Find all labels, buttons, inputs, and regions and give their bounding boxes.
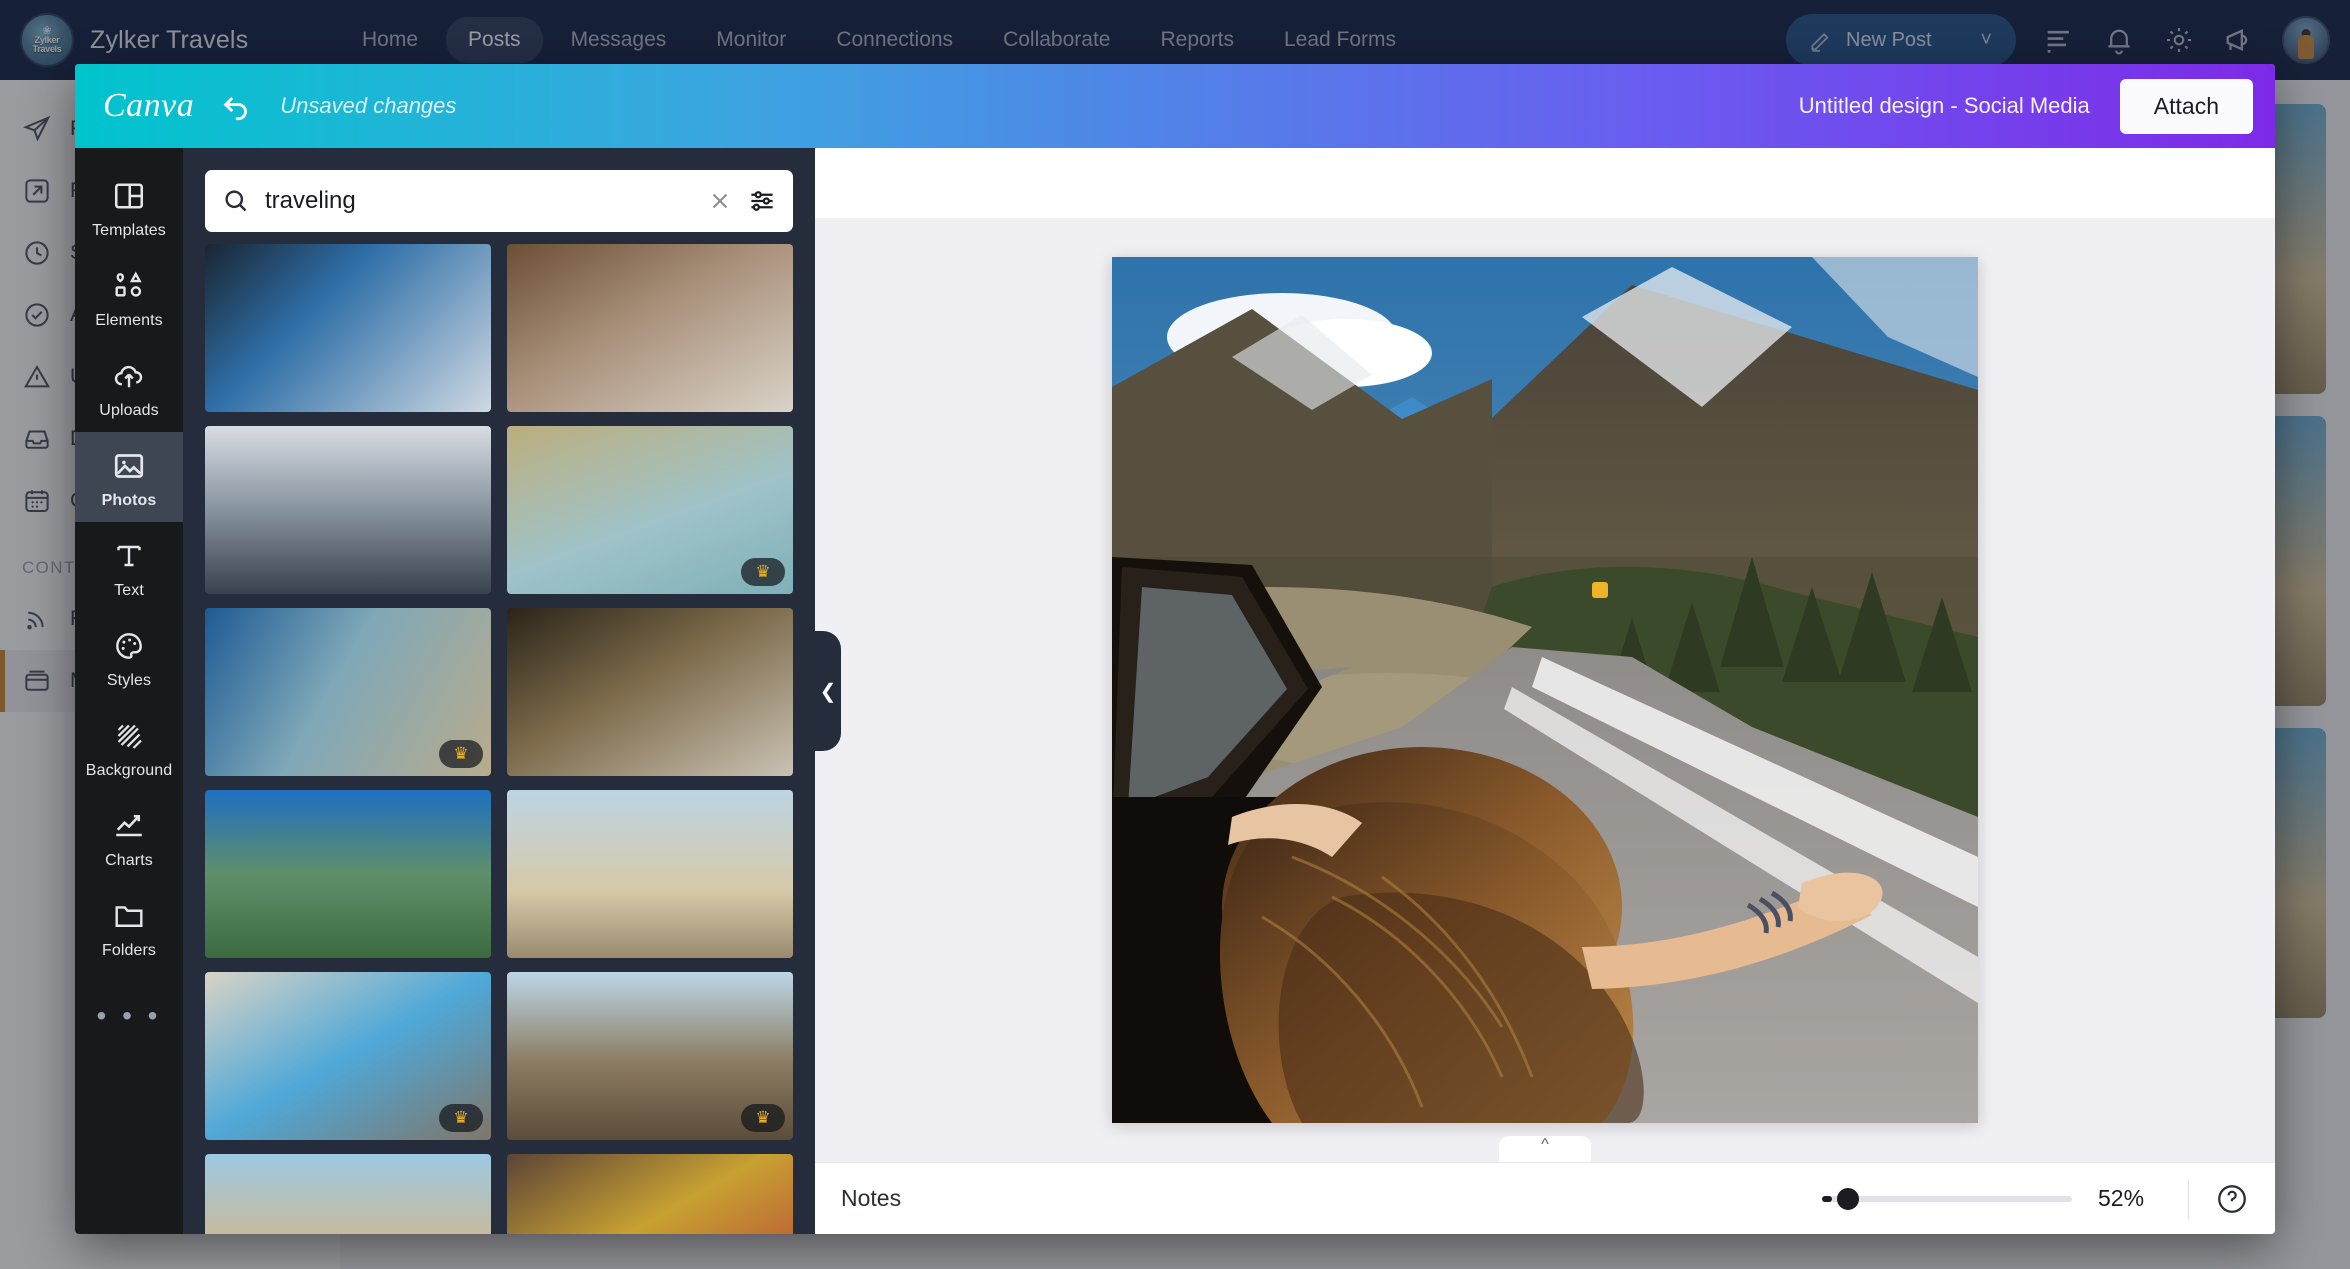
crown-premium-icon: ♛: [741, 1104, 785, 1132]
canva-photos-panel: ♛ ♛ ♛ ♛ ❮: [183, 148, 841, 1234]
photo-results-grid: ♛ ♛ ♛ ♛: [183, 244, 815, 1234]
design-canvas[interactable]: [1112, 257, 1978, 1123]
photo-thumbnail[interactable]: [507, 244, 793, 412]
canva-canvas-area: ^ Notes 52%: [815, 148, 2275, 1234]
zoom-slider-knob[interactable]: [1837, 1187, 1859, 1210]
canva-body: Templates Elements Uploads Photos Text S…: [75, 148, 2275, 1234]
canva-header-actions: Untitled design - Social Media Attach: [1799, 78, 2253, 134]
search-box[interactable]: [205, 170, 793, 232]
photo-thumbnail[interactable]: ♛: [205, 608, 491, 776]
canva-header: Canva Unsaved changes Untitled design - …: [75, 64, 2275, 148]
canva-logo[interactable]: Canva: [103, 87, 194, 125]
canvas-toolbar-strip: [815, 148, 2275, 218]
tool-label: Background: [85, 762, 173, 779]
tool-folders[interactable]: Folders: [75, 882, 183, 972]
tool-label: Photos: [101, 492, 157, 509]
photo-thumbnail[interactable]: ♛: [507, 972, 793, 1140]
photo-thumbnail[interactable]: [205, 790, 491, 958]
tool-styles[interactable]: Styles: [75, 612, 183, 702]
question-mark-circle-icon[interactable]: [2215, 1182, 2249, 1216]
tool-uploads[interactable]: Uploads: [75, 342, 183, 432]
photo-thumbnail[interactable]: [507, 790, 793, 958]
canva-tool-rail: Templates Elements Uploads Photos Text S…: [75, 148, 183, 1234]
chevron-up-icon: ^: [1541, 1136, 1549, 1153]
notes-bar: Notes 52%: [815, 1162, 2275, 1234]
tool-text[interactable]: Text: [75, 522, 183, 612]
photo-thumbnail[interactable]: [507, 1154, 793, 1234]
tool-templates[interactable]: Templates: [75, 162, 183, 252]
tool-label: Uploads: [99, 402, 159, 419]
canvas-photo: [1112, 257, 1978, 1123]
photo-thumbnail[interactable]: [205, 244, 491, 412]
photo-thumbnail[interactable]: ♛: [205, 972, 491, 1140]
zoom-controls: 52%: [1822, 1178, 2249, 1219]
folder-icon: [111, 898, 147, 934]
tool-photos[interactable]: Photos: [75, 432, 183, 522]
photo-thumbnail[interactable]: ♛: [507, 426, 793, 594]
panel-collapse-handle[interactable]: ❮: [815, 631, 841, 751]
tool-label: Text: [114, 582, 144, 599]
close-x-icon[interactable]: [707, 188, 733, 214]
tool-label: Elements: [95, 312, 163, 329]
text-t-icon: [111, 538, 147, 574]
line-chart-icon: [111, 808, 147, 844]
tool-label: Styles: [106, 672, 152, 689]
undo-arrow-icon[interactable]: [220, 89, 254, 123]
tool-background[interactable]: Background: [75, 702, 183, 792]
templates-icon: [111, 178, 147, 214]
photo-thumbnail[interactable]: [205, 1154, 491, 1234]
zoom-slider-track-fill: [1822, 1195, 1832, 1202]
tool-charts[interactable]: Charts: [75, 792, 183, 882]
cloud-upload-icon: [111, 358, 147, 394]
chevron-left-icon: ❮: [819, 680, 837, 703]
canvas-stage[interactable]: [815, 218, 2275, 1162]
crown-premium-icon: ♛: [741, 558, 785, 586]
tool-elements[interactable]: Elements: [75, 252, 183, 342]
tool-label: Templates: [92, 222, 166, 239]
crown-premium-icon: ♛: [439, 1104, 483, 1132]
photo-icon: [111, 448, 147, 484]
unsaved-changes-status: Unsaved changes: [280, 93, 457, 118]
palette-icon: [111, 628, 147, 664]
tool-label: Charts: [105, 852, 153, 869]
photo-thumbnail[interactable]: [507, 608, 793, 776]
elements-shapes-icon: [111, 268, 147, 304]
tool-label: Folders: [101, 942, 157, 959]
zoom-slider[interactable]: [1822, 1187, 2072, 1210]
search-wrap: [183, 148, 815, 244]
search-input[interactable]: [265, 187, 693, 215]
crown-premium-icon: ♛: [439, 740, 483, 768]
photo-thumbnail[interactable]: [205, 426, 491, 594]
notes-label[interactable]: Notes: [841, 1185, 901, 1212]
zoom-percent: 52%: [2098, 1185, 2145, 1211]
tool-more-button[interactable]: • • •: [97, 982, 162, 1050]
hatch-pattern-icon: [111, 718, 147, 754]
design-title[interactable]: Untitled design - Social Media: [1799, 93, 2090, 119]
canva-editor-overlay: Canva Unsaved changes Untitled design - …: [75, 64, 2275, 1234]
search-icon: [221, 186, 251, 216]
sliders-filter-icon[interactable]: [747, 186, 777, 216]
divider: [2188, 1178, 2189, 1219]
notes-expand-tab[interactable]: ^: [1499, 1136, 1591, 1162]
attach-button[interactable]: Attach: [2119, 78, 2253, 134]
